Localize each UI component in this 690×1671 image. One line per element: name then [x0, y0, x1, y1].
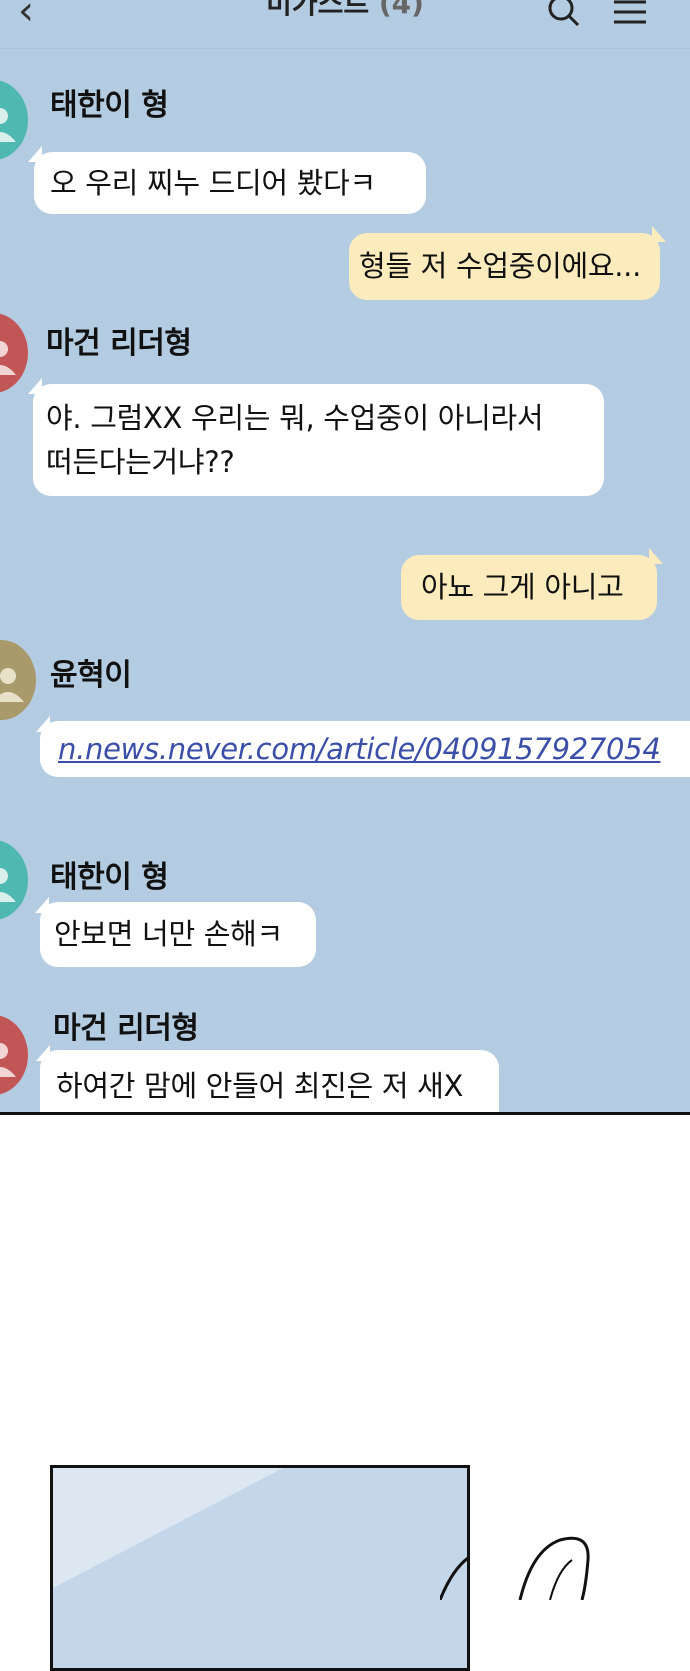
- avatar[interactable]: [0, 313, 28, 393]
- avatar[interactable]: [0, 640, 36, 720]
- chat-header: ‹ 미가스트 (4): [0, 0, 690, 49]
- my-message-bubble[interactable]: 아뇨 그게 아니고: [401, 555, 657, 620]
- message-bubble[interactable]: n.news.never.com/article/0409157927054: [40, 721, 690, 777]
- bubble-tail: [36, 716, 50, 732]
- my-message-bubble[interactable]: 형들 저 수업중이에요...: [349, 233, 660, 300]
- chat-title: 미가스트 (4): [0, 0, 690, 22]
- hand-illustration: [440, 1536, 590, 1600]
- message-text: 하여간 맘에 안들어 최진은 저 새X: [56, 1069, 464, 1103]
- news-link[interactable]: n.news.never.com/article/0409157927054: [58, 732, 661, 766]
- avatar[interactable]: [0, 840, 28, 920]
- sender-name: 태한이 형: [50, 88, 169, 123]
- message-text: 안보면 너만 손해ㅋ: [54, 917, 283, 951]
- message-bubble[interactable]: 안보면 너만 손해ㅋ: [40, 902, 316, 967]
- sender-name: 마건 리더형: [46, 326, 192, 361]
- message-text: 오 우리 찌누 드디어 봤다ㅋ: [50, 166, 376, 200]
- bubble-tail: [28, 146, 42, 162]
- message-text-line: 떠든다는거냐??: [46, 445, 235, 479]
- menu-icon[interactable]: [612, 0, 648, 28]
- bubble-tail: [652, 226, 666, 242]
- sender-name: 윤혁이: [50, 658, 132, 693]
- message-text-line: 야. 그럼XX 우리는 뭐, 수업중이 아니라서: [46, 401, 544, 435]
- bubble-tail: [649, 548, 663, 564]
- message-bubble[interactable]: 하여간 맘에 안들어 최진은 저 새X: [40, 1050, 499, 1112]
- message-text: 아뇨 그게 아니고: [421, 570, 624, 604]
- room-name: 미가스트: [266, 0, 370, 20]
- member-count: (4): [378, 0, 424, 20]
- message-bubble[interactable]: 오 우리 찌누 드디어 봤다ㅋ: [34, 152, 426, 214]
- message-text: 형들 저 수업중이에요...: [359, 249, 642, 283]
- bubble-tail: [28, 378, 42, 394]
- message-bubble[interactable]: 야. 그럼XX 우리는 뭐, 수업중이 아니라서 떠든다는거냐??: [33, 384, 604, 496]
- avatar[interactable]: [0, 80, 28, 160]
- avatar[interactable]: [0, 1015, 28, 1095]
- search-icon[interactable]: [548, 0, 580, 28]
- phone-screen-illustration: [50, 1465, 470, 1671]
- bubble-tail: [36, 1045, 50, 1061]
- sender-name: 마건 리더형: [53, 1011, 199, 1046]
- chat-screen: ‹ 미가스트 (4) 태한이 형 오 우리 찌누 드디어 봤다ㅋ 형들 저 수업…: [0, 0, 690, 1112]
- sender-name: 태한이 형: [50, 860, 169, 895]
- panel-border: [0, 1112, 690, 1115]
- bubble-tail: [35, 897, 49, 913]
